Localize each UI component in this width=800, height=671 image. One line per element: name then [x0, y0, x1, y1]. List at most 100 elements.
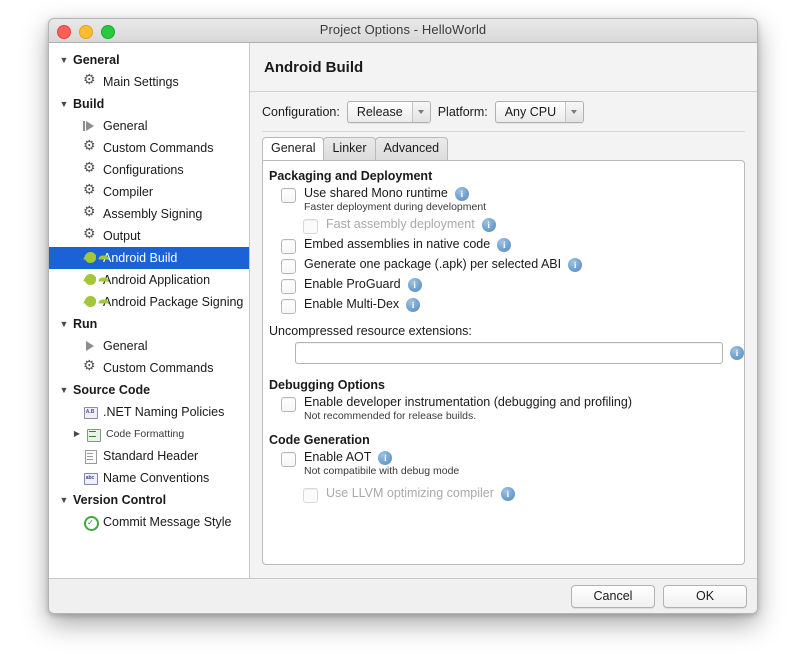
info-icon[interactable]: [481, 217, 496, 232]
option-embed-assemblies-in-native-code[interactable]: Embed assemblies in native code: [281, 237, 744, 254]
option-enable-developer-instrumentation[interactable]: Enable developer instrumentation (debugg…: [281, 395, 744, 423]
name-conventions-icon: [83, 471, 98, 486]
tree-item-android-package-signing[interactable]: Android Package Signing: [49, 291, 249, 313]
tree-item-standard-header[interactable]: Standard Header: [49, 445, 249, 467]
info-icon[interactable]: [497, 237, 512, 252]
tree-item-android-application[interactable]: Android Application: [49, 269, 249, 291]
tree-item-label: Main Settings: [103, 75, 179, 89]
checkbox-generate-one-package-per-abi[interactable]: [281, 259, 296, 274]
platform-select[interactable]: Any CPU: [494, 101, 585, 123]
configuration-value: Release: [356, 105, 403, 119]
tree-item-build-general[interactable]: General: [49, 115, 249, 137]
tab-linker[interactable]: Linker: [323, 137, 376, 160]
tree-item-build-custom-commands[interactable]: Custom Commands: [49, 137, 249, 159]
tree-item-net-naming-policies[interactable]: .NET Naming Policies: [49, 401, 249, 423]
dialog-body: ▼ General Main Settings ▼ Build General …: [49, 43, 757, 579]
info-icon[interactable]: [500, 486, 515, 501]
tree-group-label: Source Code: [73, 383, 151, 397]
tree-item-label: General: [103, 339, 148, 353]
tree-item-android-build[interactable]: Android Build: [49, 247, 249, 269]
tab-advanced[interactable]: Advanced: [374, 137, 449, 160]
gear-icon: [83, 204, 98, 222]
chevron-down-icon[interactable]: ▼: [58, 55, 70, 65]
chevron-down-icon[interactable]: ▼: [58, 319, 70, 329]
tree-item-run-custom-commands[interactable]: Custom Commands: [49, 357, 249, 379]
tree-item-commit-message-style[interactable]: Commit Message Style: [49, 511, 249, 533]
option-label: Enable AOT: [304, 450, 372, 464]
chevron-down-icon[interactable]: [565, 102, 584, 122]
tree-item-label: Android Package Signing: [103, 295, 244, 309]
tree-group-general[interactable]: ▼ General: [49, 49, 249, 71]
checkbox-use-llvm-optimizing-compiler[interactable]: [303, 488, 318, 503]
divider: [262, 131, 745, 132]
option-label: Use shared Mono runtime: [304, 186, 448, 200]
tab-general[interactable]: General: [262, 137, 325, 160]
tree-group-build[interactable]: ▼ Build: [49, 93, 249, 115]
tree-group-label: Version Control: [73, 493, 167, 507]
checkbox-embed-assemblies-in-native-code[interactable]: [281, 239, 296, 254]
cancel-button[interactable]: Cancel: [571, 585, 655, 608]
chevron-down-icon[interactable]: ▼: [58, 495, 70, 505]
platform-value: Any CPU: [504, 105, 557, 119]
tree-item-main-settings[interactable]: Main Settings: [49, 71, 249, 93]
settings-pane: Android Build Configuration: Release Pla…: [250, 43, 757, 579]
info-icon[interactable]: [730, 346, 744, 360]
tree-item-label: General: [103, 119, 148, 133]
info-icon[interactable]: [406, 297, 421, 312]
window-title: Project Options - HelloWorld: [319, 22, 487, 37]
option-enable-proguard[interactable]: Enable ProGuard: [281, 277, 744, 294]
checkbox-use-shared-mono-runtime[interactable]: [281, 188, 296, 203]
option-label: Enable Multi-Dex: [304, 297, 400, 311]
info-icon[interactable]: [454, 186, 469, 201]
checkbox-enable-developer-instrumentation[interactable]: [281, 397, 296, 412]
tree-item-compiler[interactable]: Compiler: [49, 181, 249, 203]
tree-item-label: Code Formatting: [106, 427, 185, 440]
configuration-label: Configuration:: [262, 105, 340, 119]
option-use-llvm-optimizing-compiler[interactable]: Use LLVM optimizing compiler: [303, 486, 744, 503]
settings-tree[interactable]: ▼ General Main Settings ▼ Build General …: [49, 43, 250, 579]
option-enable-aot[interactable]: Enable AOT Not compatibile with debug mo…: [281, 450, 744, 478]
info-icon[interactable]: [568, 257, 583, 272]
option-use-shared-mono-runtime[interactable]: Use shared Mono runtime Faster deploymen…: [281, 186, 744, 214]
checkbox-enable-proguard[interactable]: [281, 279, 296, 294]
option-label: Embed assemblies in native code: [304, 237, 491, 251]
tree-item-label: Output: [103, 229, 141, 243]
tree-group-label: Run: [73, 317, 98, 331]
chevron-down-icon[interactable]: ▼: [58, 385, 70, 395]
option-sublabel: Not recommended for release builds.: [304, 410, 477, 422]
project-options-window: Project Options - HelloWorld ▼ General M…: [48, 18, 758, 614]
configuration-toolbar: Configuration: Release Platform: Any CPU: [262, 101, 585, 123]
tree-group-label: Build: [73, 97, 105, 111]
tree-item-configurations[interactable]: Configurations: [49, 159, 249, 181]
tree-item-code-formatting[interactable]: ▶ Code Formatting: [49, 423, 249, 445]
tree-item-assembly-signing[interactable]: Assembly Signing: [49, 203, 249, 225]
tree-item-name-conventions[interactable]: Name Conventions: [49, 467, 249, 489]
gear-icon: [83, 182, 98, 200]
tab-panel-general: Packaging and Deployment Use shared Mono…: [262, 160, 745, 565]
option-enable-multi-dex[interactable]: Enable Multi-Dex: [281, 297, 744, 314]
option-generate-one-package-per-abi[interactable]: Generate one package (.apk) per selected…: [281, 257, 744, 274]
configuration-select[interactable]: Release: [346, 101, 431, 123]
info-icon[interactable]: [378, 450, 393, 465]
checkbox-enable-aot[interactable]: [281, 452, 296, 467]
uncompressed-resource-extensions-row: [295, 342, 744, 364]
tree-group-version-control[interactable]: ▼ Version Control: [49, 489, 249, 511]
dialog-footer: Cancel OK: [49, 578, 757, 613]
option-fast-assembly-deployment[interactable]: Fast assembly deployment: [303, 217, 744, 234]
tree-item-label: Compiler: [103, 185, 154, 199]
ab-icon: [83, 405, 98, 420]
tree-group-source-code[interactable]: ▼ Source Code: [49, 379, 249, 401]
ok-button[interactable]: OK: [663, 585, 747, 608]
chevron-down-icon[interactable]: ▼: [58, 99, 70, 109]
checkbox-fast-assembly-deployment[interactable]: [303, 219, 318, 234]
chevron-down-icon[interactable]: [411, 102, 430, 122]
tree-item-run-general[interactable]: General: [49, 335, 249, 357]
info-icon[interactable]: [407, 277, 422, 292]
tree-item-output[interactable]: Output: [49, 225, 249, 247]
tree-group-run[interactable]: ▼ Run: [49, 313, 249, 335]
chevron-right-icon[interactable]: ▶: [71, 430, 83, 438]
uncompressed-resource-extensions-input[interactable]: [295, 342, 723, 364]
tree-item-label: Configurations: [103, 163, 184, 177]
checkbox-enable-multi-dex[interactable]: [281, 299, 296, 314]
option-label: Fast assembly deployment: [326, 217, 475, 231]
